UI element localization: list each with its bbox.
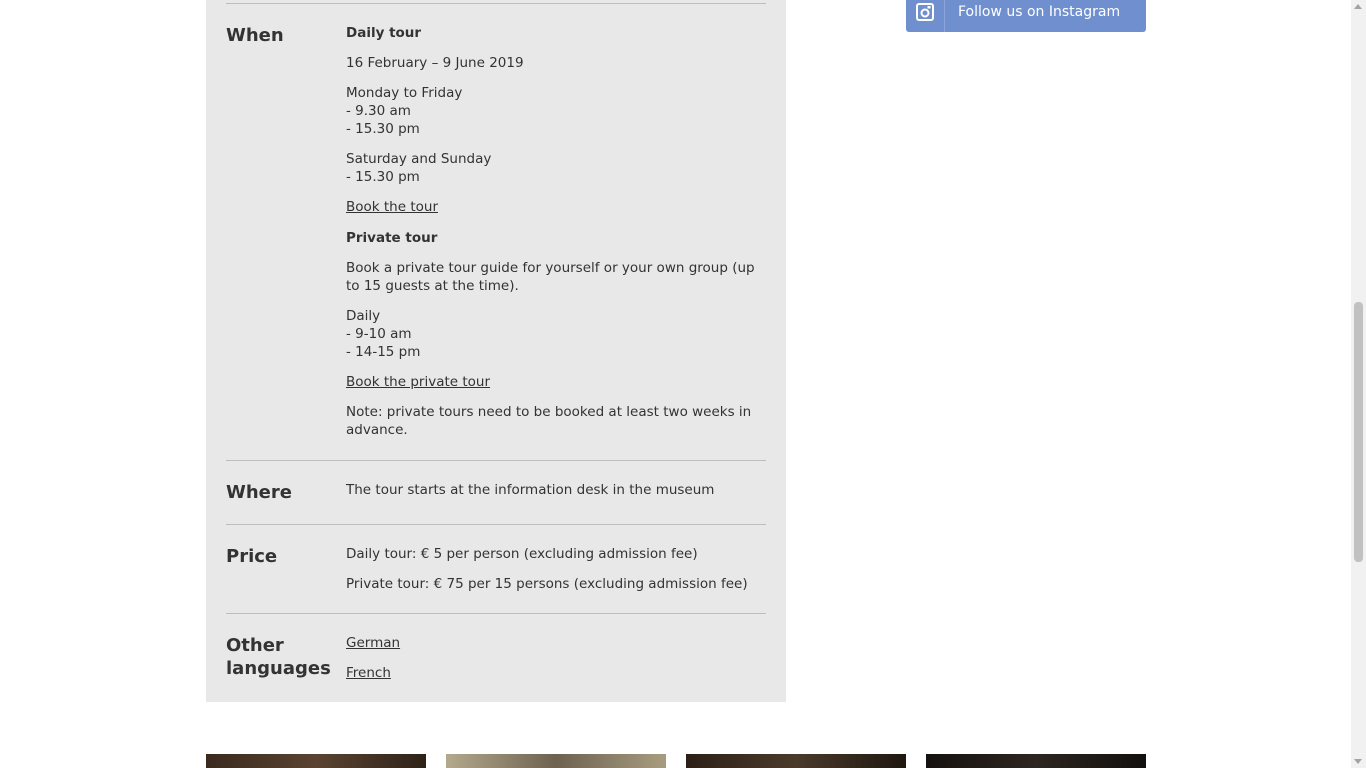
daily-tour-heading: Daily tour [346,25,422,41]
weekday-line: - 15.30 pm [346,121,420,137]
instagram-label: Follow us on Instagram [958,4,1121,20]
gallery-thumbnail[interactable] [926,754,1146,768]
private-time-line: Daily [346,308,381,324]
languages-label: Other languages [226,634,336,680]
private-tour-description: Book a private tour guide for yourself o… [346,260,755,294]
divider [226,460,766,461]
private-tour-heading: Private tour [346,230,438,246]
weekend-times: Saturday and Sunday - 15.30 pm [346,150,766,186]
private-price: Private tour: € 75 per 15 persons (exclu… [346,576,748,592]
private-time-line: - 9-10 am [346,326,412,342]
language-link-french[interactable]: French [346,665,391,681]
tour-info-panel: When Daily tour 16 February – 9 June 201… [206,0,786,702]
when-label: When [226,25,284,46]
languages-label-line: Other [226,635,284,656]
languages-label-line: languages [226,658,331,679]
scroll-down-arrow-icon[interactable] [1354,759,1362,764]
divider [226,3,766,4]
divider [226,524,766,525]
page-scrollbar[interactable] [1351,0,1366,768]
gallery-thumbnail[interactable] [686,754,906,768]
tour-dates: 16 February – 9 June 2019 [346,55,524,71]
price-label: Price [226,546,278,567]
gallery-thumbnail[interactable] [446,754,666,768]
instagram-follow-button[interactable]: Follow us on Instagram [906,0,1146,32]
book-private-tour-link[interactable]: Book the private tour [346,374,490,390]
where-text: The tour starts at the information desk … [346,482,715,498]
weekday-line: - 9.30 am [346,103,411,119]
divider [226,613,766,614]
scrollbar-thumb[interactable] [1354,302,1363,562]
instagram-icon [906,0,945,32]
book-tour-link[interactable]: Book the tour [346,199,438,215]
daily-price: Daily tour: € 5 per person (excluding ad… [346,546,698,562]
weekend-line: Saturday and Sunday [346,151,492,167]
weekend-line: - 15.30 pm [346,169,420,185]
gallery-thumbnail[interactable] [206,754,426,768]
private-time-line: - 14-15 pm [346,344,421,360]
language-link-german[interactable]: German [346,635,400,651]
private-tour-times: Daily - 9-10 am - 14-15 pm [346,307,766,361]
scroll-up-arrow-icon[interactable] [1354,4,1362,9]
weekday-line: Monday to Friday [346,85,463,101]
weekday-times: Monday to Friday - 9.30 am - 15.30 pm [346,84,766,138]
where-label: Where [226,482,292,503]
private-tour-note: Note: private tours need to be booked at… [346,404,752,438]
